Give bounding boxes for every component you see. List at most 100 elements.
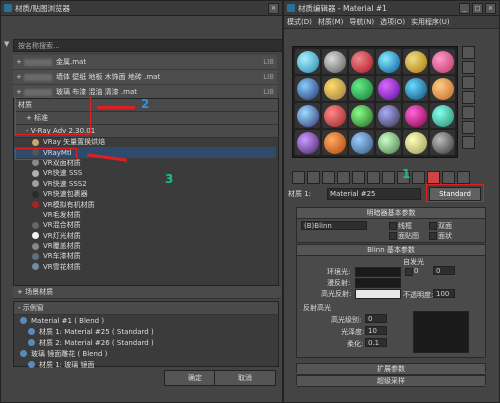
- backlight-icon[interactable]: [462, 61, 475, 74]
- put-to-scene-icon[interactable]: [307, 171, 320, 184]
- background-icon[interactable]: [462, 76, 475, 89]
- soften-label: 柔化:: [347, 340, 364, 348]
- ambient-swatch[interactable]: [355, 267, 401, 277]
- list-item[interactable]: VR毛发材质: [14, 210, 276, 220]
- sample-slot[interactable]: [295, 103, 320, 128]
- shader-rollout-header[interactable]: 明暗器基本参数: [297, 208, 485, 219]
- sample-slot[interactable]: [430, 49, 455, 74]
- put-to-library-icon[interactable]: [382, 171, 395, 184]
- list-item[interactable]: VR模拟有机材质: [14, 199, 276, 209]
- soften-field[interactable]: 0.1: [365, 338, 387, 347]
- face-map-checkbox[interactable]: [389, 232, 397, 240]
- list-item[interactable]: VR灯光材质: [14, 231, 276, 241]
- list-item[interactable]: VRay 矢量置换烘焙: [14, 137, 276, 147]
- show-in-viewport-icon[interactable]: [412, 171, 425, 184]
- copy-icon[interactable]: [352, 171, 365, 184]
- sample-slot[interactable]: [430, 76, 455, 101]
- two-sided-checkbox[interactable]: [429, 222, 437, 230]
- sample-slot[interactable]: [349, 130, 374, 155]
- section-scene-materials[interactable]: + 场景材质: [13, 286, 281, 299]
- library-item[interactable]: + 金属.mat LIB: [13, 55, 277, 70]
- sample-slot[interactable]: [376, 76, 401, 101]
- options-icon[interactable]: [462, 136, 475, 149]
- blinn-rollout: Blinn 基本参数 自发光 环境光: 漫反射: 高光反射: 0 0 不透明度:…: [296, 244, 486, 358]
- glossiness-field[interactable]: 10: [365, 326, 387, 335]
- show-end-result-icon[interactable]: [427, 171, 440, 184]
- sample-slot[interactable]: [322, 103, 347, 128]
- sample-slot[interactable]: [322, 49, 347, 74]
- sample-slot[interactable]: [322, 76, 347, 101]
- spec-level-field[interactable]: 0: [365, 314, 387, 323]
- list-item[interactable]: VR快速 SSS: [14, 168, 276, 178]
- list-item[interactable]: VR覆盖材质: [14, 241, 276, 251]
- list-item[interactable]: VR快速包裹器: [14, 189, 276, 199]
- close-icon[interactable]: ✕: [485, 2, 496, 14]
- assign-material-icon[interactable]: [322, 171, 335, 184]
- library-list: + 金属.mat LIB + 墙体 壁纸 地板 木饰面 地砖 .mat LIB + 玻璃 …: [13, 55, 277, 100]
- sample-slot[interactable]: [295, 76, 320, 101]
- minimize-icon[interactable]: _: [459, 2, 470, 14]
- library-item[interactable]: + 墙体 壁纸 地板 木饰面 地砖 .mat LIB: [13, 70, 277, 85]
- sample-slot[interactable]: [430, 130, 455, 155]
- opacity-field[interactable]: 100: [433, 289, 455, 298]
- material-name-field[interactable]: Material #25: [327, 187, 422, 200]
- list-item[interactable]: VR车漆材质: [14, 251, 276, 261]
- supersampling-rollout[interactable]: 超级采样: [296, 375, 486, 387]
- search-input[interactable]: 按名称搜索...: [13, 39, 282, 52]
- extended-params-rollout[interactable]: 扩展参数: [296, 363, 486, 375]
- sample-slot[interactable]: [349, 103, 374, 128]
- get-material-icon[interactable]: [292, 171, 305, 184]
- sample-slot[interactable]: [349, 49, 374, 74]
- sample-slot[interactable]: [349, 76, 374, 101]
- reset-icon[interactable]: [337, 171, 350, 184]
- menu-navigation[interactable]: 导航(N): [349, 17, 374, 27]
- sample-slot[interactable]: [376, 103, 401, 128]
- close-icon[interactable]: ✕: [268, 2, 279, 14]
- sample-slot[interactable]: [403, 76, 428, 101]
- supersampling-header[interactable]: 超级采样: [297, 376, 485, 387]
- chevron-down-icon[interactable]: ▼: [4, 40, 11, 48]
- unique-icon[interactable]: [367, 171, 380, 184]
- cancel-button[interactable]: 取消: [214, 370, 276, 386]
- sample-slot[interactable]: [376, 130, 401, 155]
- extended-params-header[interactable]: 扩展参数: [297, 364, 485, 375]
- list-item[interactable]: VR混合材质: [14, 220, 276, 230]
- list-item[interactable]: VR快速 SSS2: [14, 179, 276, 189]
- menu-material[interactable]: 材质(M): [318, 17, 344, 27]
- uv-tiling-icon[interactable]: [462, 91, 475, 104]
- faceted-checkbox[interactable]: [429, 232, 437, 240]
- maximize-icon[interactable]: □: [472, 2, 483, 14]
- sample-slot[interactable]: [430, 103, 455, 128]
- menu-options[interactable]: 选项(O): [380, 17, 405, 27]
- go-to-parent-icon[interactable]: [442, 171, 455, 184]
- sample-item[interactable]: 材质 1: Material #25 ( Standard ): [14, 326, 278, 337]
- make-preview-icon[interactable]: [462, 121, 475, 134]
- menu-utilities[interactable]: 实用程序(U): [411, 17, 450, 27]
- sample-slot[interactable]: [376, 49, 401, 74]
- sample-slot[interactable]: [403, 130, 428, 155]
- sample-slot[interactable]: [403, 49, 428, 74]
- diffuse-swatch[interactable]: [355, 278, 401, 288]
- self-illum-color-checkbox[interactable]: [405, 268, 413, 276]
- section-sample-slots[interactable]: - 示例窗: [14, 302, 278, 315]
- editor-title: 材质编辑器 - Material #1: [298, 3, 387, 13]
- go-forward-icon[interactable]: [457, 171, 470, 184]
- shader-select[interactable]: (B)Blinn: [301, 221, 367, 230]
- material-icon: [20, 350, 27, 357]
- sample-slot[interactable]: [322, 130, 347, 155]
- list-item[interactable]: VR雪花材质: [14, 262, 276, 272]
- sample-item[interactable]: 玻璃 镜面雕花 ( Blend ): [14, 348, 278, 359]
- sample-item[interactable]: 材质 1: 玻璃 镜面: [14, 359, 278, 370]
- specular-swatch[interactable]: [355, 289, 401, 299]
- wire-checkbox[interactable]: [389, 222, 397, 230]
- sample-type-icon[interactable]: [462, 46, 475, 59]
- video-color-check-icon[interactable]: [462, 106, 475, 119]
- sample-slot[interactable]: [403, 103, 428, 128]
- sample-slot[interactable]: [295, 130, 320, 155]
- sample-item[interactable]: 材质 2: Material #26 ( Standard ): [14, 337, 278, 348]
- blinn-rollout-header[interactable]: Blinn 基本参数: [297, 245, 485, 256]
- menu-mode[interactable]: 模式(D): [287, 17, 312, 27]
- self-illum-value[interactable]: 0: [433, 266, 455, 275]
- sample-item[interactable]: Material #1 ( Blend ): [14, 315, 278, 326]
- sample-slot[interactable]: [295, 49, 320, 74]
